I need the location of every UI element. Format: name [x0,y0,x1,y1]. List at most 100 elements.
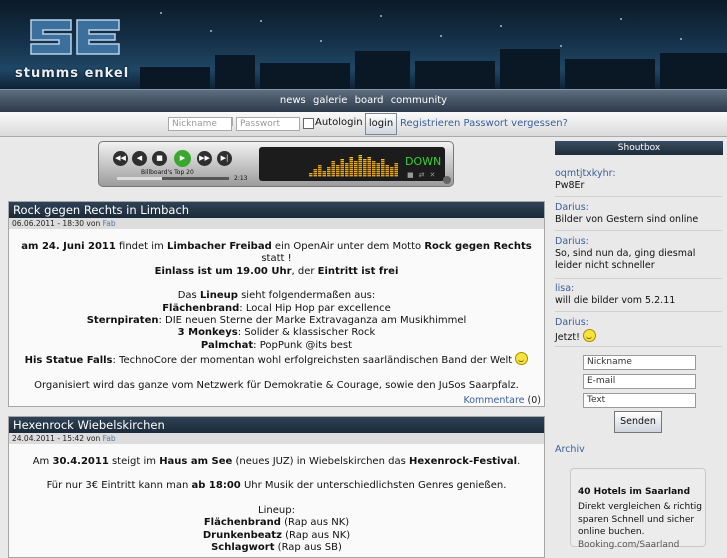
article-title[interactable]: Hexenrock Wiebelskirchen [9,417,544,433]
eq-segment [390,169,394,171]
login-button[interactable]: login [365,113,397,135]
eq-segment [336,167,340,169]
shout-user[interactable]: lisa: [555,283,574,294]
eq-segment [381,159,385,161]
logo-text[interactable]: stumms enkel [15,66,129,81]
skip-back-icon[interactable]: ◀◀ [113,151,128,166]
eq-segment [354,167,358,169]
text-free: Eintritt ist frei [317,265,399,277]
eq-segment [385,165,389,167]
eq-segment [385,167,389,169]
eq-segment [322,171,326,173]
track-progress-bar[interactable] [117,177,229,180]
eq-segment [349,165,353,167]
send-button[interactable]: Senden [614,411,662,433]
eq-segment [313,169,317,171]
forward-icon[interactable]: ▶▶ [197,151,212,166]
nav-item-news[interactable]: news [280,95,306,106]
eq-segment [363,165,367,167]
band-name: Schlagwort [211,542,275,554]
text: Für nur 3€ Eintritt kann man [46,480,192,492]
shout-text: So, sind nun da, ging diesmal leider nic… [555,248,696,271]
eq-segment [345,173,349,175]
eq-segment [327,173,331,175]
shout-nickname-input[interactable]: Nickname [583,355,696,370]
nickname-input[interactable]: Nickname [168,117,232,131]
eq-segment [322,175,326,177]
eq-segment [331,173,335,175]
text: , der [291,265,318,277]
eq-segment [367,165,371,167]
eq-segment [394,173,398,175]
eq-segment [358,161,362,163]
shout-text: Bilder von Gestern sind online [555,214,699,225]
eq-segment [390,167,394,169]
eq-segment [394,167,398,169]
player-option-icons[interactable]: ■⇄✕ [407,171,440,179]
ad-title[interactable]: 40 Hotels im Saarland [578,487,690,497]
shout-user[interactable]: Darius: [555,202,589,213]
stop-icon[interactable]: ■ [152,151,167,166]
eq-segment [345,169,349,171]
eq-segment [354,175,358,177]
eq-segment [385,171,389,173]
eq-segment [363,173,367,175]
shout-text-input[interactable]: Text [583,393,696,408]
ad-text-value: Direkt vergleichen & richtig sparen Schn… [578,502,702,537]
eq-segment [367,175,371,177]
password-input[interactable]: Passwort [236,117,300,131]
autologin-checkbox[interactable] [303,118,314,129]
eq-segment [367,167,371,169]
eq-segment [363,175,367,177]
text: statt ! [261,253,292,265]
band-desc: : DIE neuen Sterne der Marke Extravaganz… [158,315,467,327]
archive-link[interactable]: Archiv [555,444,585,455]
eq-segment [372,163,376,165]
article-author[interactable]: Fab [103,434,116,443]
skip-forward-icon[interactable]: ▶| [217,151,232,166]
equalizer-text: DOWN [405,155,442,168]
shout-user[interactable]: Darius: [555,236,589,247]
smiley-icon [515,352,529,366]
shout-divider [555,278,722,279]
article-author[interactable]: Fab [103,219,116,228]
shout-text-value: Jetzt! [555,332,580,343]
eq-segment [349,161,353,163]
eq-segment [349,167,353,169]
shout-user[interactable]: Darius: [555,317,589,328]
article-footer: Kommentare (0) [463,395,541,406]
shout-user[interactable]: oqmtjtxkyhr: [555,168,616,179]
article-title[interactable]: Rock gegen Rechts in Limbach [9,202,544,218]
register-link[interactable]: Registrieren Passwort vergessen? [400,118,568,129]
nav-item-board[interactable]: board [355,95,384,106]
eq-segment [318,165,322,167]
eq-segment [318,171,322,173]
eq-segment [367,163,371,165]
eq-segment [358,175,362,177]
shout-email-input[interactable]: E-mail [583,374,696,389]
eq-segment [349,159,353,161]
eq-segment [336,169,340,171]
eq-segment [331,171,335,173]
eq-segment [376,171,380,173]
shout-divider [555,230,722,231]
eq-segment [309,175,313,177]
ad-box[interactable]: 40 Hotels im Saarland Direkt vergleichen… [570,468,706,550]
comments-count: (0) [527,395,541,406]
nav-item-galerie[interactable]: galerie [313,95,347,106]
text-lineup: Lineup [199,290,238,302]
eq-segment [349,173,353,175]
eq-segment [336,175,340,177]
music-player: ◀◀ ◀ ■ ▶ ▶▶ ▶| Billboard's Top 20 2:13 D… [98,141,454,187]
rewind-icon[interactable]: ◀ [132,151,147,166]
play-icon[interactable]: ▶ [174,150,191,167]
player-info-icon[interactable] [443,176,451,184]
eq-segment [381,171,385,173]
nav-item-community[interactable]: community [391,95,447,106]
eq-segment [363,161,367,163]
logo-icon[interactable] [27,12,123,62]
comments-link[interactable]: Kommentare [463,395,524,406]
eq-segment [372,175,376,177]
eq-segment [331,165,335,167]
eq-segment [345,165,349,167]
